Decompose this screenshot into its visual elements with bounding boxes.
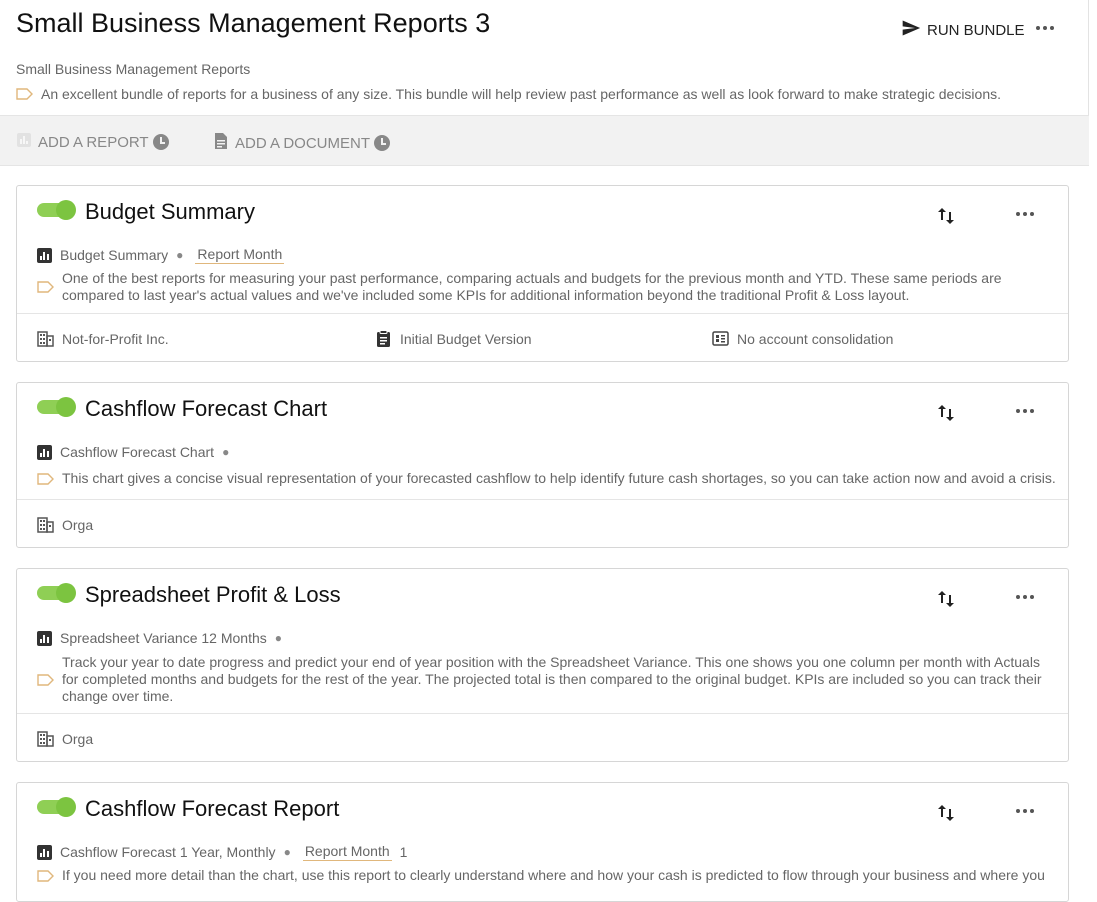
clipboard-icon (375, 330, 392, 347)
add-document-button[interactable]: ADD A DOCUMENT (213, 132, 391, 154)
consolidation-icon (712, 330, 729, 347)
report-info: Budget Summary ● Report Month (37, 246, 285, 264)
add-report-label: ADD A REPORT (38, 133, 149, 151)
reorder-icon[interactable] (937, 206, 955, 226)
building-icon (37, 730, 54, 747)
separator-dot: ● (176, 248, 184, 262)
add-report-button[interactable]: ADD A REPORT (16, 132, 169, 152)
card-footer: Not-for-Profit Inc. Initial Budget Versi… (17, 313, 1068, 362)
enabled-toggle[interactable] (37, 797, 76, 817)
enabled-toggle[interactable] (37, 583, 76, 603)
organization-name: Orga (62, 516, 94, 533)
param-report-month[interactable]: Report Month (195, 246, 285, 264)
tag-icon (16, 88, 33, 100)
card-description: One of the best reports for measuring yo… (37, 270, 1002, 304)
separator-dot: ● (222, 445, 230, 459)
organization-info: Orga (37, 730, 93, 747)
bundle-description: An excellent bundle of reports for a bus… (16, 86, 1001, 102)
clock-icon (152, 134, 169, 150)
report-card-budget-summary: Budget Summary Budget Summary ● Report M… (16, 185, 1069, 362)
organization-info: Orga (37, 516, 93, 533)
report-name: Budget Summary (60, 247, 169, 263)
card-description: This chart gives a concise visual repres… (37, 470, 1056, 487)
more-options-icon[interactable] (1036, 26, 1054, 30)
reorder-icon[interactable] (937, 403, 955, 423)
card-more-options-icon[interactable] (1016, 212, 1034, 216)
report-name: Spreadsheet Variance 12 Months (60, 630, 267, 646)
card-description: Track your year to date progress and pre… (37, 654, 1042, 705)
organization-name: Not-for-Profit Inc. (62, 330, 169, 347)
card-title: Cashflow Forecast Report (85, 796, 340, 821)
add-toolbar: ADD A REPORT ADD A DOCUMENT (0, 115, 1089, 166)
card-more-options-icon[interactable] (1016, 409, 1034, 413)
card-description-line: Track your year to date progress and pre… (62, 654, 1040, 670)
separator-dot: ● (283, 845, 291, 859)
report-card-cashflow-forecast-report: Cashflow Forecast Report Cashflow Foreca… (16, 782, 1069, 902)
card-description-line: for completed months and budgets for the… (62, 671, 1042, 687)
card-description-line: One of the best reports for measuring yo… (62, 270, 1002, 286)
card-more-options-icon[interactable] (1016, 809, 1034, 813)
card-footer: Orga (17, 499, 1068, 548)
page-title: Small Business Management Reports 3 (16, 8, 491, 38)
card-footer: Orga (17, 713, 1068, 762)
reorder-icon[interactable] (937, 803, 955, 823)
bar-chart-icon (37, 630, 52, 646)
budget-version-info: Initial Budget Version (375, 330, 532, 347)
report-info: Cashflow Forecast 1 Year, Monthly ● Repo… (37, 843, 407, 861)
bundle-header: Small Business Management Reports 3 RUN … (0, 0, 1089, 115)
bar-chart-icon (37, 844, 52, 860)
report-name: Cashflow Forecast Chart (60, 444, 215, 460)
report-name: Cashflow Forecast 1 Year, Monthly (60, 844, 276, 860)
bar-chart-icon (37, 444, 52, 460)
document-icon (213, 132, 229, 154)
bundle-description-text: An excellent bundle of reports for a bus… (41, 86, 1001, 102)
tag-icon (37, 673, 54, 686)
run-bundle-button[interactable]: RUN BUNDLE (901, 18, 1025, 42)
report-info: Spreadsheet Variance 12 Months ● (37, 630, 282, 646)
add-document-label: ADD A DOCUMENT (235, 134, 371, 152)
budget-version-name: Initial Budget Version (400, 330, 532, 347)
tag-icon (37, 472, 54, 485)
card-description-line: compared to last year's actual values an… (62, 287, 910, 303)
tag-icon (37, 281, 54, 293)
reorder-icon[interactable] (937, 589, 955, 609)
organization-info: Not-for-Profit Inc. (37, 330, 169, 347)
tag-icon (37, 869, 54, 882)
card-more-options-icon[interactable] (1016, 595, 1034, 599)
separator-dot: ● (274, 631, 283, 645)
report-placeholder-icon (16, 132, 32, 152)
enabled-toggle[interactable] (37, 397, 76, 417)
card-title: Cashflow Forecast Chart (85, 396, 328, 421)
organization-name: Orga (62, 730, 94, 747)
send-icon (901, 18, 921, 42)
card-description-line: If you need more detail than the chart, … (62, 867, 1045, 883)
consolidation-info: No account consolidation (712, 330, 893, 347)
building-icon (37, 516, 54, 533)
card-title: Spreadsheet Profit & Loss (85, 582, 341, 607)
enabled-toggle[interactable] (37, 200, 76, 220)
card-description: If you need more detail than the chart, … (37, 867, 1045, 884)
card-description-line: This chart gives a concise visual repres… (62, 470, 1056, 486)
clock-icon (374, 135, 391, 151)
run-bundle-label: RUN BUNDLE (927, 21, 1025, 39)
card-title: Budget Summary (85, 199, 255, 224)
param-value: 1 (399, 844, 408, 860)
report-info: Cashflow Forecast Chart ● (37, 444, 229, 460)
card-description-line: change over time. (62, 688, 174, 704)
consolidation-status: No account consolidation (737, 330, 894, 347)
param-report-month[interactable]: Report Month (302, 843, 392, 861)
building-icon (37, 330, 54, 347)
report-card-spreadsheet-profit-loss: Spreadsheet Profit & Loss Spreadsheet Va… (16, 568, 1069, 762)
bar-chart-icon (37, 247, 52, 263)
bundle-subtitle: Small Business Management Reports (16, 61, 251, 77)
report-card-cashflow-forecast-chart: Cashflow Forecast Chart Cashflow Forecas… (16, 382, 1069, 548)
